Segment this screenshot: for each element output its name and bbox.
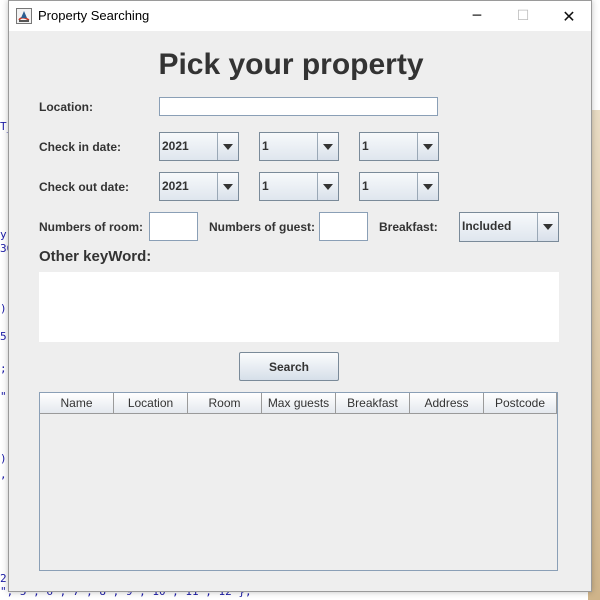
breakfast-label: Breakfast: <box>379 220 438 234</box>
checkout-day-select[interactable]: 1 <box>359 172 439 201</box>
close-button[interactable]: ✕ <box>546 1 592 31</box>
column-header-location[interactable]: Location <box>114 393 188 414</box>
checkin-month-select[interactable]: 1 <box>259 132 339 161</box>
column-header-room[interactable]: Room <box>188 393 262 414</box>
checkin-month-value: 1 <box>262 139 269 153</box>
checkin-year-select[interactable]: 2021 <box>159 132 239 161</box>
java-app-icon <box>16 8 32 24</box>
checkin-day-value: 1 <box>362 139 369 153</box>
chevron-down-icon <box>217 173 238 200</box>
guests-label: Numbers of guest: <box>209 220 316 234</box>
code-fragment: ) <box>0 452 7 465</box>
code-fragment: ) <box>0 302 7 315</box>
minimize-button[interactable]: ─ <box>454 1 500 31</box>
chevron-down-icon <box>317 133 338 160</box>
chevron-down-icon <box>317 173 338 200</box>
checkout-label: Check out date: <box>39 180 130 194</box>
code-fragment: ; <box>0 362 7 375</box>
column-header-breakfast[interactable]: Breakfast <box>336 393 410 414</box>
rooms-label: Numbers of room: <box>39 220 144 234</box>
column-header-max-guests[interactable]: Max guests <box>262 393 336 414</box>
chevron-down-icon <box>217 133 238 160</box>
maximize-button[interactable]: ☐ <box>500 1 546 31</box>
results-table[interactable]: Name Location Room Max guests Breakfast … <box>39 392 558 571</box>
location-input[interactable] <box>159 97 438 116</box>
code-fragment: , <box>0 468 7 481</box>
checkin-year-value: 2021 <box>162 139 189 153</box>
breakfast-select[interactable]: Included <box>459 212 559 242</box>
title-bar[interactable]: Property Searching ─ ☐ ✕ <box>9 1 591 31</box>
column-header-address[interactable]: Address <box>410 393 484 414</box>
table-header: Name Location Room Max guests Breakfast … <box>40 393 557 414</box>
keyword-label: Other keyWord: <box>39 248 152 265</box>
location-label: Location: <box>39 100 93 114</box>
keyword-textarea[interactable] <box>39 272 559 342</box>
checkout-month-value: 1 <box>262 179 269 193</box>
guests-input[interactable] <box>319 212 368 241</box>
chevron-down-icon <box>537 213 558 241</box>
code-fragment: 5 <box>0 330 7 343</box>
breakfast-value: Included <box>462 219 512 233</box>
column-header-postcode[interactable]: Postcode <box>484 393 557 414</box>
search-button[interactable]: Search <box>239 352 339 381</box>
checkout-year-select[interactable]: 2021 <box>159 172 239 201</box>
checkin-label: Check in date: <box>39 140 122 154</box>
checkout-day-value: 1 <box>362 179 369 193</box>
checkin-day-select[interactable]: 1 <box>359 132 439 161</box>
chevron-down-icon <box>417 173 438 200</box>
property-search-window: Property Searching ─ ☐ ✕ Pick your prope… <box>8 0 592 592</box>
chevron-down-icon <box>417 133 438 160</box>
checkout-month-select[interactable]: 1 <box>259 172 339 201</box>
checkout-year-value: 2021 <box>162 179 189 193</box>
window-title: Property Searching <box>38 8 150 23</box>
page-title: Pick your property <box>158 48 424 81</box>
code-fragment: " <box>0 390 7 403</box>
column-header-name[interactable]: Name <box>40 393 114 414</box>
rooms-input[interactable] <box>149 212 198 241</box>
